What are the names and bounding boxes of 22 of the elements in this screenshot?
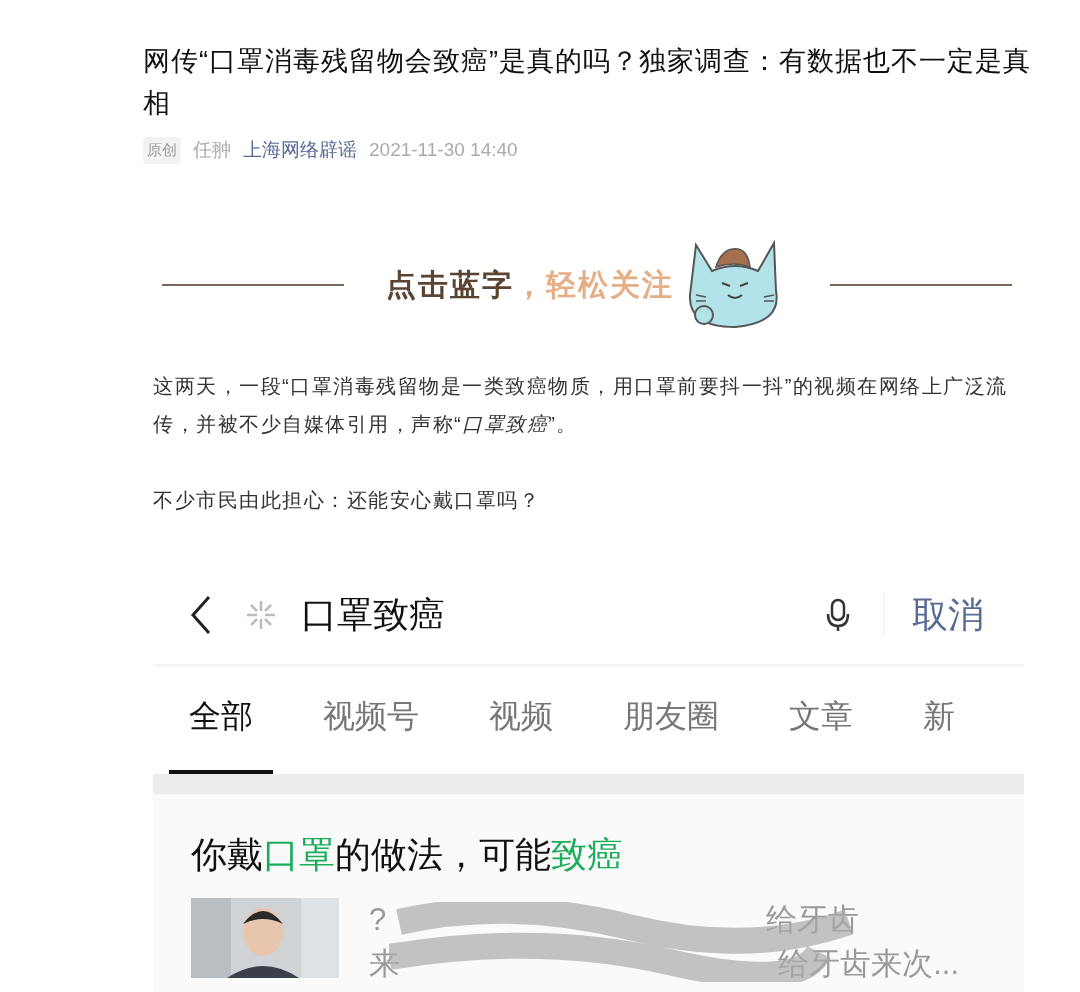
account-link[interactable]: 上海网络辟谣 — [243, 136, 357, 165]
snippet-text: 来 — [369, 945, 400, 983]
cancel-button[interactable]: 取消 — [912, 588, 984, 642]
microphone-icon[interactable] — [825, 598, 851, 632]
publish-date: 2021-11-30 14:40 — [369, 138, 518, 162]
follow-prompt: 点击蓝字，轻松关注 — [386, 267, 674, 303]
body-paragraph: 不少市民由此担心：还能安心戴口罩吗？ — [153, 487, 541, 513]
category-tab[interactable]: 朋友圈 — [603, 692, 739, 774]
article-title: 网传“口罩消毒残留物会致癌”是真的吗？独家调查：有数据也不一定是真相 — [143, 45, 1032, 120]
author-name: 任翀 — [193, 138, 231, 162]
snippet-text: ? — [369, 901, 387, 939]
result-title[interactable]: 你戴口罩的做法，可能致癌 — [191, 828, 1024, 882]
original-badge: 原创 — [143, 137, 181, 164]
back-icon — [189, 595, 213, 635]
snippet-text: 给牙齿 — [766, 901, 859, 939]
body-paragraph: 这两天，一段“口罩消毒残留物是一类致癌物质，用口罩前要抖一抖”的视频在网络上广泛流传，并被不少自媒体引用，声称“口罩致癌”。 — [153, 373, 1009, 437]
snippet-text: 给牙齿来次... — [778, 945, 959, 983]
category-tab[interactable]: 新 — [903, 692, 975, 774]
search-query[interactable]: 口罩致癌 — [301, 588, 445, 642]
category-tab[interactable]: 视频 — [469, 692, 573, 774]
category-tab[interactable]: 视频号 — [303, 692, 439, 774]
category-tab[interactable]: 文章 — [769, 692, 873, 774]
